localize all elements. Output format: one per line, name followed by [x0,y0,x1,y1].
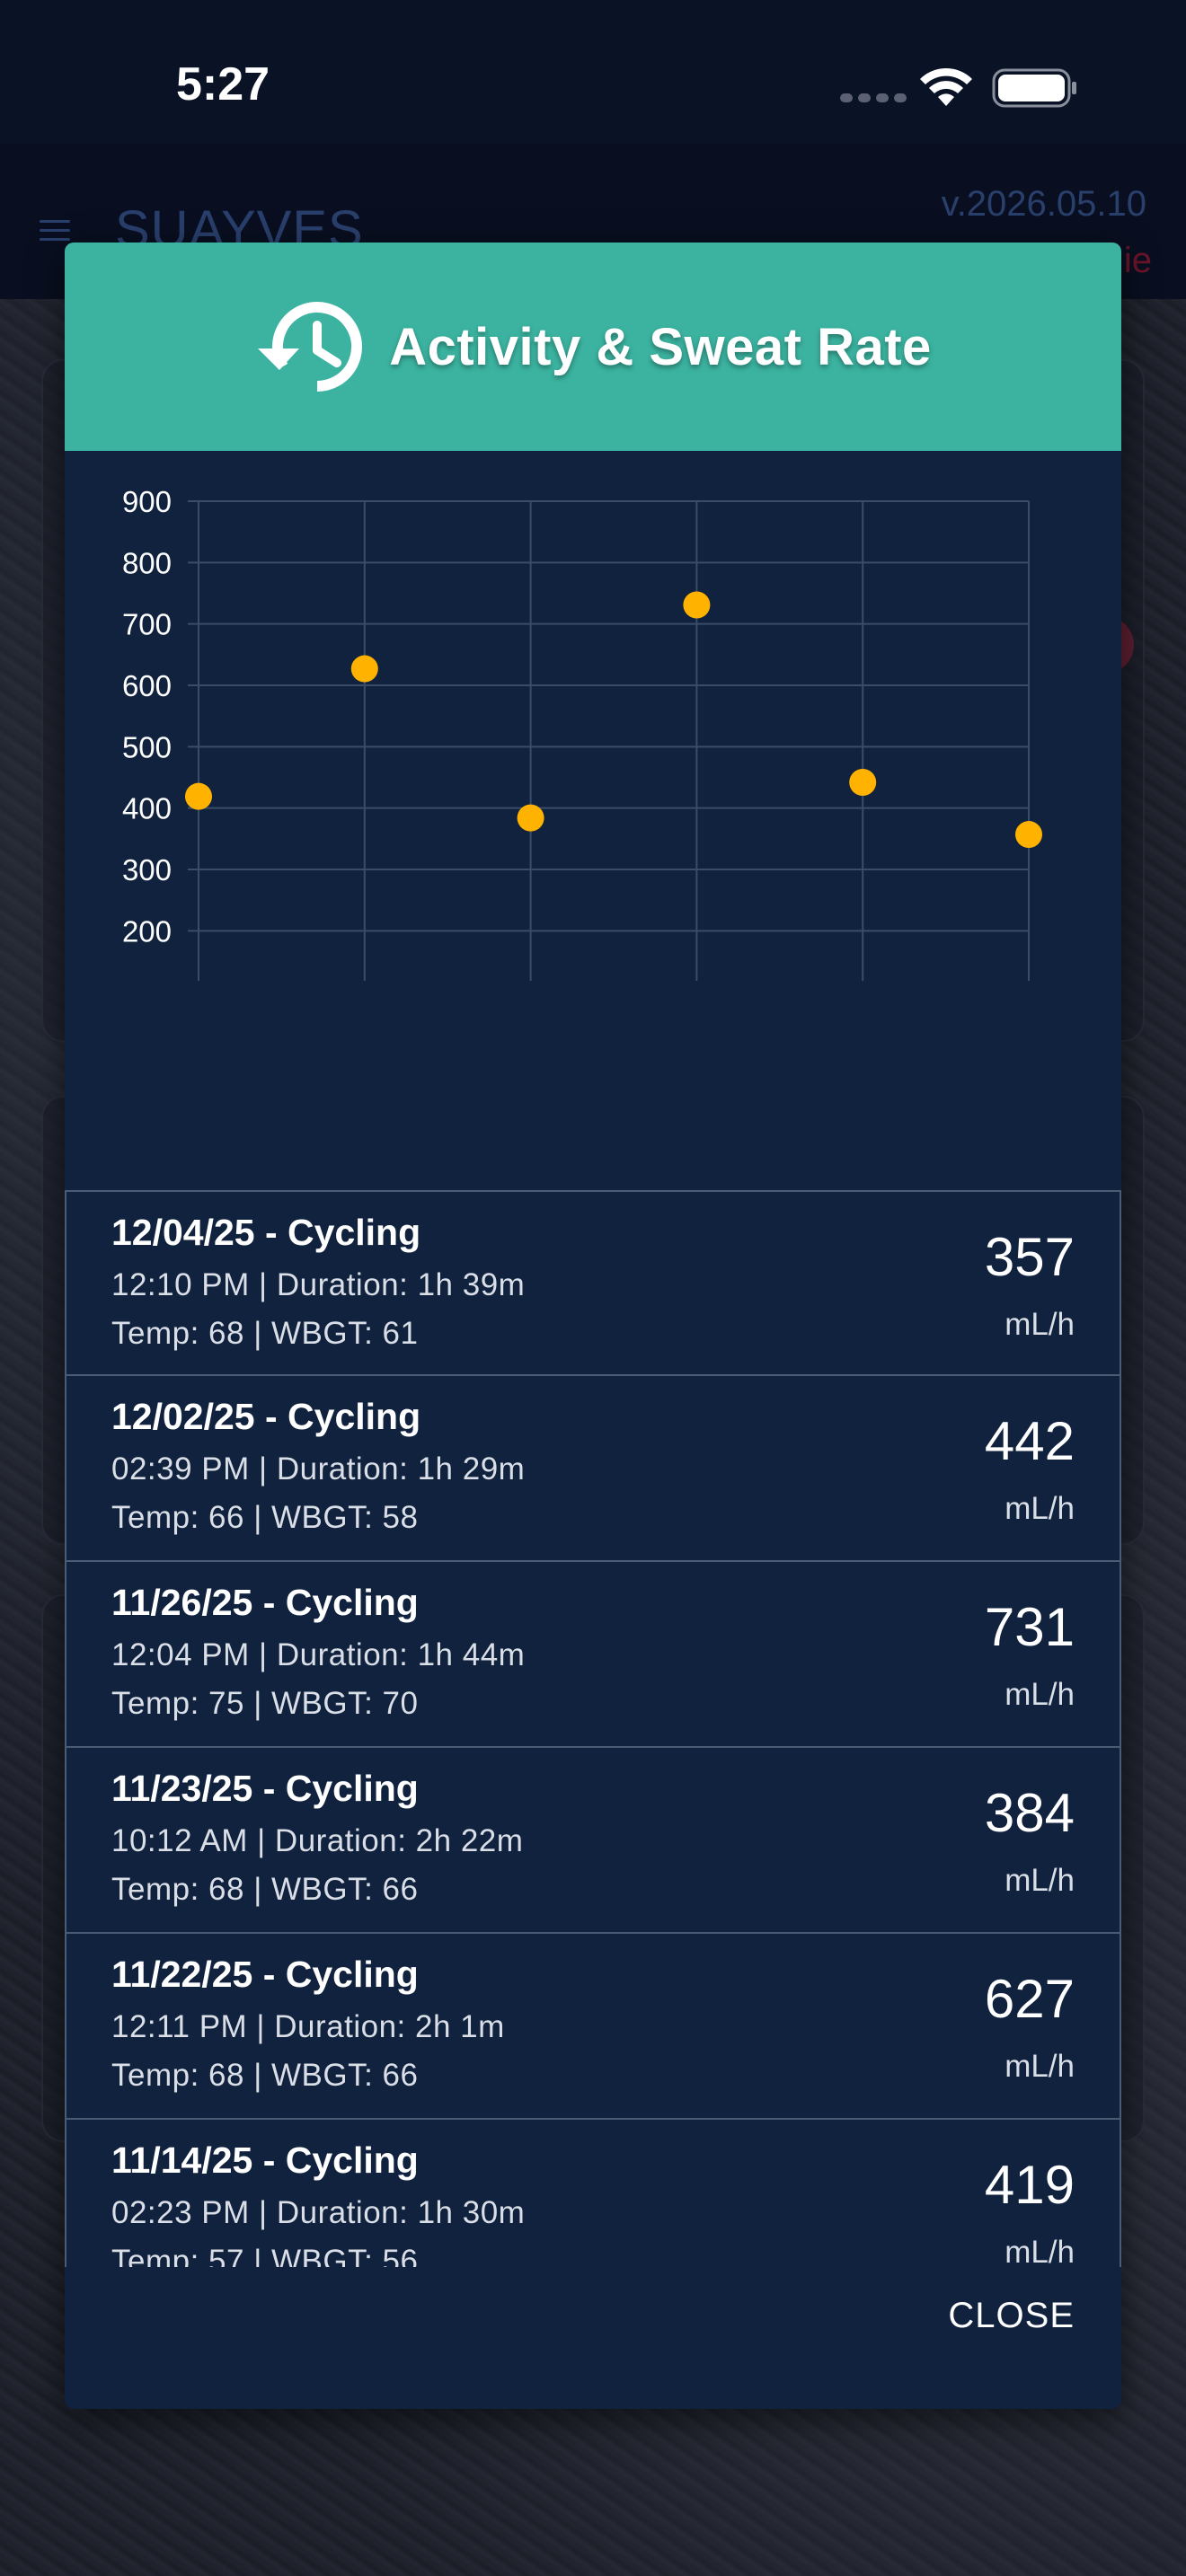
activity-time-duration: 02:39 PM | Duration: 1h 29m [111,1451,526,1486]
wifi-icon [920,67,972,106]
y-tick-label: 300 [122,853,172,887]
y-tick-label: 900 [122,485,172,518]
data-point [1015,821,1042,849]
activity-row[interactable]: 11/23/25 - Cycling 10:12 AM | Duration: 2… [65,1748,1121,1934]
y-tick-label: 600 [122,669,172,702]
sweat-rate-chart: 010020030040050060070080090011/1411/2211… [65,451,1121,981]
dialog-header: Activity & Sweat Rate [65,243,1121,451]
activity-temp-wbgt: Temp: 68 | WBGT: 66 [111,1872,419,1907]
history-icon [258,302,363,392]
activity-time-duration: 02:23 PM | Duration: 1h 30m [111,2195,526,2230]
activity-time-duration: 10:12 AM | Duration: 2h 22m [111,1823,524,1858]
activity-title: 11/22/25 - Cycling [111,1954,419,1995]
status-time: 5:27 [176,58,270,110]
activity-temp-wbgt: Temp: 75 | WBGT: 70 [111,1686,419,1721]
data-point [849,768,877,796]
activity-title: 12/04/25 - Cycling [111,1212,421,1253]
sweat-rate-unit: mL/h [1005,2235,1075,2270]
sweat-rate-unit: mL/h [1005,2049,1075,2084]
battery-icon [992,68,1076,108]
sweat-rate-unit: mL/h [1005,1307,1075,1342]
sweat-rate-unit: mL/h [1005,1491,1075,1526]
y-tick-label: 700 [122,608,172,641]
activity-dialog: Activity & Sweat Rate 010020030040050060… [65,243,1121,2409]
data-point [185,782,212,810]
y-tick-label: 100 [122,976,172,981]
sweat-rate-value: 731 [984,1597,1075,1657]
sweat-rate-unit: mL/h [1005,1863,1075,1898]
activity-title: 11/14/25 - Cycling [111,2139,419,2181]
dialog-title: Activity & Sweat Rate [389,317,932,376]
activity-time-duration: 12:10 PM | Duration: 1h 39m [111,1267,526,1302]
close-button[interactable]: CLOSE [948,2296,1075,2336]
activity-title: 11/26/25 - Cycling [111,1582,419,1623]
activity-title: 11/23/25 - Cycling [111,1768,419,1809]
sweat-rate-value: 627 [984,1969,1075,2029]
chart-svg: 010020030040050060070080090011/1411/2211… [122,485,1042,981]
activity-temp-wbgt: Temp: 66 | WBGT: 58 [111,1500,419,1535]
activity-time-duration: 12:11 PM | Duration: 2h 1m [111,2009,505,2044]
sweat-rate-value: 384 [984,1783,1075,1843]
y-tick-label: 200 [122,914,172,948]
sweat-rate-unit: mL/h [1005,1677,1075,1712]
activity-list[interactable]: 12/04/25 - Cycling 12:10 PM | Duration: 1… [65,1190,1121,2409]
status-bar: 5:27 [0,0,1186,144]
y-tick-label: 400 [122,792,172,825]
sweat-rate-value: 442 [984,1411,1075,1471]
cellular-signal-icon [840,93,907,102]
y-tick-label: 800 [122,546,172,579]
dialog-footer: CLOSE [65,2267,1121,2409]
activity-title: 12/02/25 - Cycling [111,1396,421,1437]
y-tick-label: 500 [122,730,172,763]
activity-row[interactable]: 12/04/25 - Cycling 12:10 PM | Duration: 1… [65,1190,1121,1376]
sweat-rate-value: 357 [984,1227,1075,1287]
data-point [350,655,378,683]
data-point [683,591,711,619]
activity-row[interactable]: 12/02/25 - Cycling 02:39 PM | Duration: 1… [65,1376,1121,1562]
activity-row[interactable]: 11/22/25 - Cycling 12:11 PM | Duration: 2… [65,1934,1121,2120]
data-point [517,804,544,832]
activity-temp-wbgt: Temp: 68 | WBGT: 66 [111,2058,419,2093]
sweat-rate-value: 419 [984,2155,1075,2215]
activity-row[interactable]: 11/26/25 - Cycling 12:04 PM | Duration: 1… [65,1562,1121,1748]
activity-time-duration: 12:04 PM | Duration: 1h 44m [111,1637,526,1672]
activity-temp-wbgt: Temp: 68 | WBGT: 61 [111,1316,419,1351]
